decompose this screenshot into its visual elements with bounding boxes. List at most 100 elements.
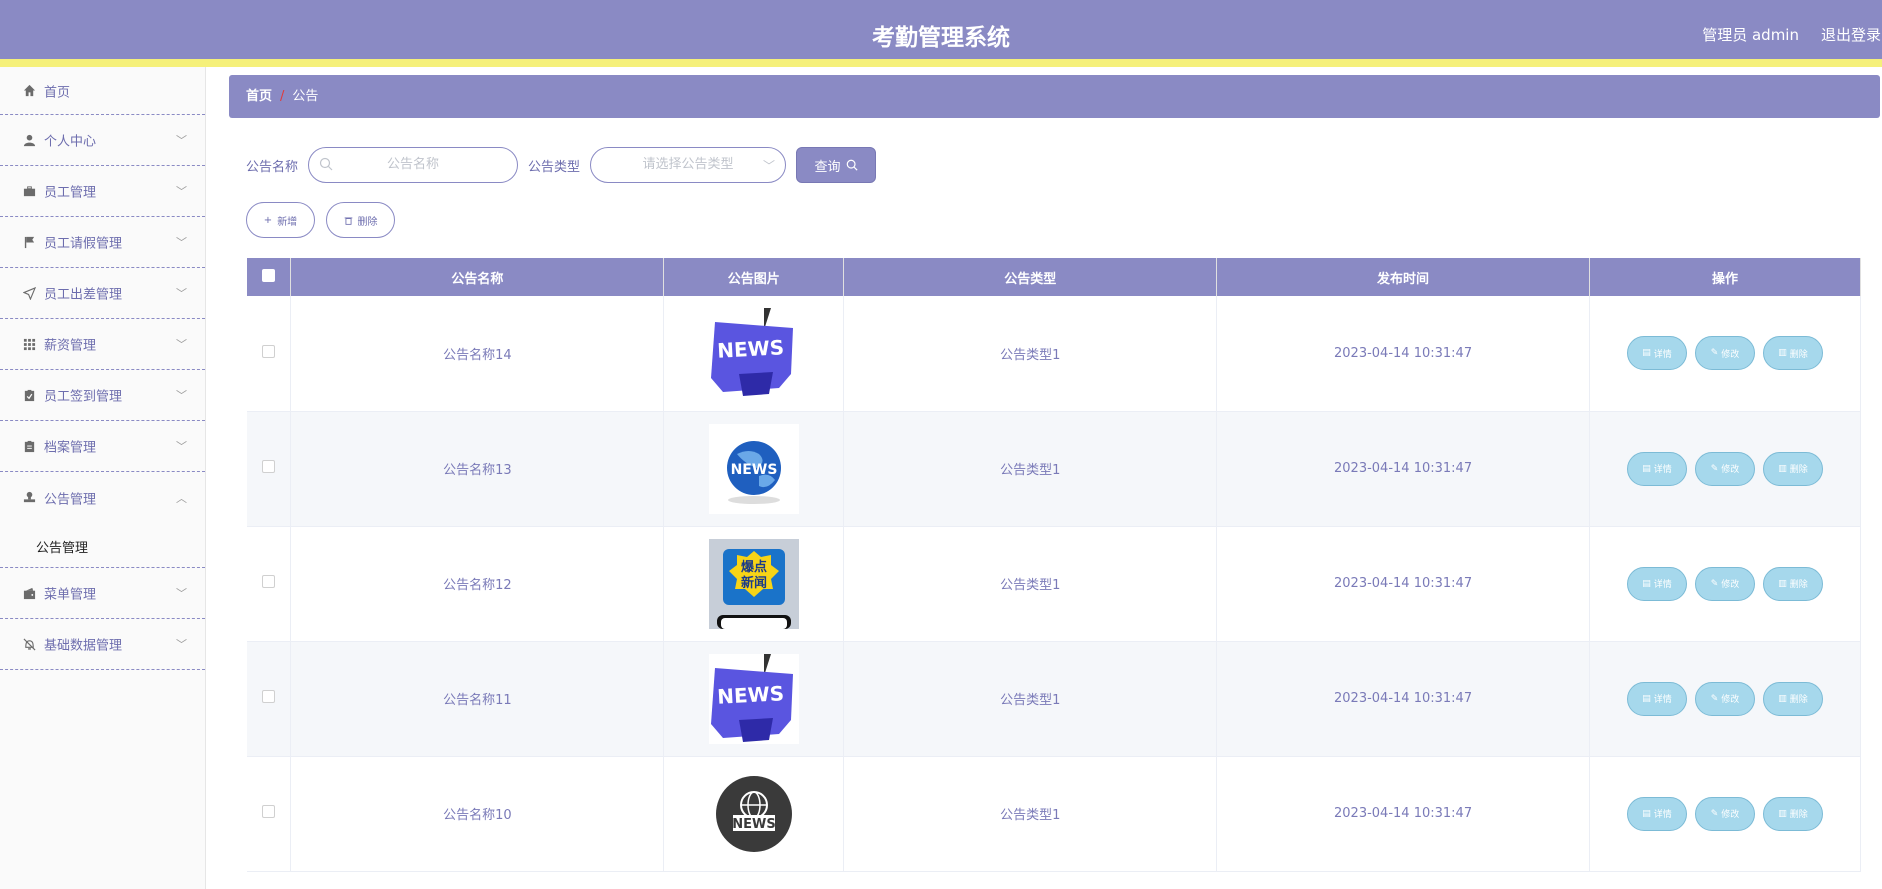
query-button[interactable]: 查询: [796, 147, 877, 183]
breadcrumb-home[interactable]: 首页: [246, 89, 272, 104]
pencil-icon: ✎: [1710, 348, 1719, 359]
detail-button[interactable]: ▤ 详情: [1626, 566, 1687, 601]
sidebar-item-trip[interactable]: 员工出差管理 ﹀: [0, 268, 205, 319]
sidebar-item-leave[interactable]: 员工请假管理 ﹀: [0, 217, 205, 268]
sidebar-item-label: 员工管理: [44, 185, 97, 201]
delete-button[interactable]: ▥ 删除: [1762, 451, 1823, 486]
bell-off-icon: [22, 637, 36, 651]
pencil-icon: ✎: [1710, 693, 1719, 704]
detail-button[interactable]: ▤ 详情: [1626, 796, 1687, 831]
edit-label: 修改: [1721, 695, 1740, 705]
chevron-down-icon: ﹀: [176, 389, 187, 402]
chevron-down-icon: ﹀: [763, 159, 776, 173]
sidebar-item-profile[interactable]: 个人中心 ﹀: [0, 115, 205, 166]
news-globe-image: NEWS: [708, 423, 799, 514]
sidebar-item-archive[interactable]: 档案管理 ﹀: [0, 421, 205, 472]
breadcrumb-separator: /: [280, 89, 285, 104]
row-checkbox[interactable]: [262, 690, 276, 703]
top-header: 考勤管理系统 管理员 admin 退出登录: [0, 0, 1882, 67]
row-checkbox[interactable]: [262, 344, 276, 358]
search-bar: 公告名称 公告名称 公告类型 请选择公告类型 ﹀ 查询: [246, 147, 877, 183]
delete-label: 删除: [1789, 810, 1808, 820]
sidebar-item-salary[interactable]: 薪资管理 ﹀: [0, 319, 205, 370]
detail-label: 详情: [1653, 465, 1672, 475]
edit-button[interactable]: ✎ 修改: [1694, 796, 1755, 831]
notice-type-select[interactable]: 请选择公告类型 ﹀: [590, 147, 787, 183]
edit-button[interactable]: ✎ 修改: [1694, 336, 1755, 371]
svg-text:NEWS: NEWS: [730, 462, 777, 478]
pencil-icon: ✎: [1710, 463, 1719, 474]
clipboard-check-icon: [22, 388, 36, 402]
search-icon: [319, 157, 333, 171]
row-checkbox[interactable]: [262, 460, 276, 473]
grid-icon: [22, 337, 36, 351]
notice-image-cell: NEWS: [663, 296, 845, 412]
wallet-icon: [22, 586, 36, 600]
edit-button[interactable]: ✎ 修改: [1694, 681, 1755, 716]
add-button-label: 新增: [277, 216, 298, 228]
sidebar-item-employees[interactable]: 员工管理 ﹀: [0, 166, 205, 217]
logout-link[interactable]: 退出登录: [1821, 24, 1881, 45]
row-checkbox[interactable]: [262, 575, 276, 588]
table-row: 公告名称12 爆点 新闻 公告类型1 2023-04-14 10:31:47 ▤…: [247, 526, 1862, 642]
sidebar-item-home[interactable]: 首页: [0, 67, 205, 115]
delete-button[interactable]: ▥ 删除: [1762, 566, 1823, 601]
sidebar-item-label: 员工出差管理: [44, 287, 123, 303]
chevron-down-icon: ﹀: [176, 338, 187, 351]
notice-name-label: 公告名称: [246, 159, 299, 175]
ops-cell: ▤ 详情 ✎ 修改 ▥ 删除: [1589, 641, 1862, 757]
notice-name-cell: 公告名称14: [290, 296, 665, 412]
batch-delete-button[interactable]: 删除: [326, 202, 395, 238]
sidebar-subitem-notice-manage[interactable]: 公告管理: [0, 523, 205, 568]
row-select-cell: [247, 411, 292, 527]
col-header-time[interactable]: 发布时间: [1216, 258, 1590, 296]
chevron-down-icon: ﹀: [176, 134, 187, 147]
delete-button[interactable]: ▥ 删除: [1762, 681, 1823, 716]
edit-button[interactable]: ✎ 修改: [1694, 451, 1755, 486]
col-header-name[interactable]: 公告名称: [290, 258, 665, 296]
delete-button-label: 删除: [357, 216, 378, 228]
delete-label: 删除: [1789, 580, 1808, 590]
detail-label: 详情: [1653, 810, 1672, 820]
sidebar-item-notice[interactable]: 公告管理 ︿: [0, 472, 205, 523]
edit-button[interactable]: ✎ 修改: [1694, 566, 1755, 601]
notice-type-label: 公告类型: [528, 159, 581, 175]
chevron-down-icon: ﹀: [176, 287, 187, 300]
ops-cell: ▤ 详情 ✎ 修改 ▥ 删除: [1589, 411, 1862, 527]
notice-name-input[interactable]: 公告名称: [308, 147, 519, 183]
col-header-image[interactable]: 公告图片: [663, 258, 845, 296]
delete-button[interactable]: ▥ 删除: [1762, 796, 1823, 831]
notice-image-cell: NEWS: [663, 756, 845, 872]
chevron-down-icon: ﹀: [176, 638, 187, 651]
chevron-down-icon: ﹀: [176, 236, 187, 249]
chevron-down-icon: ﹀: [176, 185, 187, 198]
row-checkbox[interactable]: [262, 805, 276, 818]
sidebar-item-checkin[interactable]: 员工签到管理 ﹀: [0, 370, 205, 421]
col-header-ops: 操作: [1589, 258, 1862, 296]
col-header-type[interactable]: 公告类型: [843, 258, 1218, 296]
doc-icon: ▤: [1642, 463, 1651, 474]
doc-icon: ▤: [1642, 578, 1651, 589]
table-header-row: 公告名称 公告图片 公告类型 发布时间 操作: [247, 258, 1862, 296]
row-select-cell: [247, 756, 292, 872]
delete-button[interactable]: ▥ 删除: [1762, 336, 1823, 371]
detail-button[interactable]: ▤ 详情: [1626, 681, 1687, 716]
doc-icon: ▤: [1642, 348, 1651, 359]
sidebar-item-menu[interactable]: 菜单管理 ﹀: [0, 568, 205, 619]
search-icon: [846, 159, 858, 171]
sidebar-item-basedata[interactable]: 基础数据管理 ﹀: [0, 619, 205, 670]
add-button[interactable]: + 新增: [246, 202, 315, 238]
plus-icon: +: [263, 214, 273, 226]
trash-icon: [344, 217, 352, 225]
delete-label: 删除: [1789, 349, 1808, 360]
detail-button[interactable]: ▤ 详情: [1626, 336, 1687, 371]
detail-button[interactable]: ▤ 详情: [1626, 451, 1687, 486]
sidebar-item-label: 公告管理: [44, 492, 97, 507]
clipboard-icon: [22, 439, 36, 453]
select-all-checkbox[interactable]: [262, 268, 276, 282]
publish-time-cell: 2023-04-14 10:31:47: [1216, 411, 1590, 527]
delete-label: 删除: [1789, 465, 1808, 475]
publish-time-cell: 2023-04-14 10:31:47: [1216, 641, 1590, 757]
notice-name-cell: 公告名称12: [290, 526, 665, 642]
table-row: 公告名称11 NEWS 公告类型1 2023-04-14 10:31:47 ▤ 详…: [247, 641, 1862, 757]
